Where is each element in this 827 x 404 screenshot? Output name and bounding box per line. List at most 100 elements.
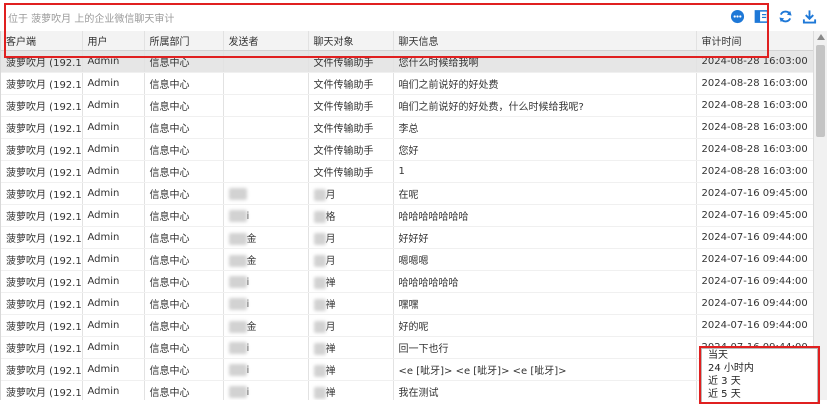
cell-audit-time: 2024-08-28 16:03:00: [696, 138, 813, 161]
cell-chat-target: 格: [308, 204, 394, 227]
cell-department: 信息中心: [144, 358, 224, 381]
cell-chat-target: 月: [308, 314, 394, 337]
cell-audit-time-text: 2024-07-16 09:45:00: [701, 188, 808, 199]
cell-user-text: Admin: [87, 78, 120, 89]
table-row[interactable]: 菠萝吹月 (192.1... Admin 信息中心 文件传输助手 您好 2024-08-2…: [1, 138, 813, 161]
cell-sender-text: i: [246, 386, 250, 398]
table-row[interactable]: 菠萝吹月 (192.1... Admin 信息中心 i 禅 嘿嘿 2024-07-16 09…: [1, 292, 813, 315]
redacted-name-mask: [313, 387, 326, 399]
cell-audit-time-text: 2024-07-16 09:45:00: [701, 210, 808, 221]
table-row[interactable]: 菠萝吹月 (192.1...Admin信息中心i禅回一下也行2024-07-16…: [1, 336, 813, 359]
table-row[interactable]: 菠萝吹月 (192.1... Admin 信息中心 文件传输助手 咱们之前说好的好处费 2…: [1, 72, 813, 95]
table-row[interactable]: 菠萝吹月 (192.1... Admin 信息中心 文件传输助手 咱们之前说好的好处费，…: [1, 94, 813, 117]
scroll-up-arrow[interactable]: [817, 34, 825, 40]
column-header-message[interactable]: 聊天信息: [393, 31, 697, 51]
cell-chat-target: 文件传输助手: [308, 72, 394, 95]
download-icon[interactable]: [801, 8, 817, 24]
cell-client: 菠萝吹月 (192.1...: [1, 138, 83, 161]
cell-sender: [223, 160, 309, 183]
cell-user: Admin: [82, 204, 145, 227]
table-row[interactable]: 菠萝吹月 (192.1... Admin 信息中心 金 月 好的呢 2024-07-16 0…: [1, 314, 813, 337]
cell-chat-target: 文件传输助手: [308, 50, 394, 73]
cell-message: 您好: [393, 138, 697, 161]
cell-user-text: Admin: [87, 386, 120, 397]
cell-client: 菠萝吹月 (192.1...: [1, 160, 83, 183]
redacted-name-mask: [228, 209, 247, 222]
dropdown-option-5days[interactable]: 近 5 天: [702, 388, 817, 401]
cell-client: 菠萝吹月 (192.1...: [1, 204, 83, 227]
cell-user-text: Admin: [87, 320, 120, 331]
refresh-icon[interactable]: [777, 8, 793, 24]
table-row[interactable]: 菠萝吹月 (192.1...Admin信息中心i禅我在测试2024-07-16 …: [1, 380, 813, 400]
redacted-name-mask: [228, 275, 247, 288]
column-header-department[interactable]: 所属部门: [144, 31, 224, 51]
table-row[interactable]: 菠萝吹月 (192.1... Admin 信息中心 i 格 哈哈哈哈哈哈哈 2024-07-…: [1, 204, 813, 227]
chat-bubble-icon[interactable]: [729, 8, 745, 24]
cell-client-text: 菠萝吹月 (192.1...: [6, 388, 82, 399]
cell-chat-target: 月: [308, 248, 394, 271]
cell-client: 菠萝吹月 (192.1...: [1, 94, 83, 117]
dropdown-option-24h[interactable]: 24 小时内: [702, 362, 817, 375]
cell-department: 信息中心: [144, 292, 224, 315]
redacted-name-mask: [313, 255, 326, 267]
column-header-audit-time[interactable]: 审计时间: [696, 31, 813, 51]
cell-user-text: Admin: [87, 276, 120, 287]
cell-message: 1: [393, 160, 697, 183]
cell-department: 信息中心: [144, 314, 224, 337]
column-header-user[interactable]: 用户: [82, 31, 145, 51]
cell-department-text: 信息中心: [149, 344, 190, 355]
column-header-sender[interactable]: 发送者: [223, 31, 309, 51]
cell-chat-target: 禅: [308, 270, 394, 293]
cell-message-text: 哈哈哈哈哈哈哈: [398, 212, 469, 223]
cell-client: 菠萝吹月 (192.1...: [1, 292, 83, 315]
vertical-scrollbar[interactable]: [813, 31, 827, 400]
table-row[interactable]: 菠萝吹月 (192.1... Admin 信息中心 i 禅 <e [呲牙]> <e [呲牙…: [1, 358, 813, 381]
cell-department: 信息中心: [144, 94, 224, 117]
cell-sender-text: i: [246, 298, 250, 310]
cell-audit-time: 2024-08-28 16:03:00: [696, 50, 813, 73]
cell-client: 菠萝吹月 (192.1...: [1, 226, 83, 249]
cell-user: Admin: [82, 336, 145, 359]
cell-user-text: Admin: [87, 122, 120, 133]
dropdown-option-3days[interactable]: 近 3 天: [702, 375, 817, 388]
table-row[interactable]: 菠萝吹月 (192.1... Admin 信息中心 文件传输助手 1 2024-08-28…: [1, 160, 813, 183]
dropdown-option-today[interactable]: 当天: [702, 349, 817, 362]
scrollbar-thumb[interactable]: [816, 45, 825, 137]
cell-audit-time: 2024-07-16 09:44:00: [696, 226, 813, 249]
cell-user: Admin: [82, 116, 145, 139]
cell-chat-target: 文件传输助手: [308, 160, 394, 183]
cell-message: 您什么时候给我啊: [393, 50, 697, 73]
table-row[interactable]: 菠萝吹月 (192.1... Admin 信息中心 i 禅 哈哈哈哈哈哈 2024-07-1…: [1, 270, 813, 293]
cell-message-text: 我在测试: [398, 388, 439, 399]
cell-client: 菠萝吹月 (192.1...: [1, 270, 83, 293]
columns-icon[interactable]: [753, 8, 769, 24]
cell-client-text: 菠萝吹月 (192.1...: [6, 256, 82, 267]
table-header-row: 客户端 用户 所属部门 发送者 聊天对象 聊天信息 审计时间: [1, 31, 813, 51]
redacted-name-mask: [228, 321, 247, 333]
cell-client-text: 菠萝吹月 (192.1...: [6, 124, 82, 135]
cell-department-text: 信息中心: [149, 146, 190, 157]
cell-chat-target-text: 月: [325, 256, 336, 267]
cell-department-text: 信息中心: [149, 322, 190, 333]
table-row[interactable]: 菠萝吹月 (192.1... Admin 信息中心 月 在呢 2024-07-16 09:…: [1, 182, 813, 205]
cell-audit-time: 2024-07-16 09:44:00: [696, 270, 813, 293]
column-header-chat-target[interactable]: 聊天对象: [308, 31, 394, 51]
table-row[interactable]: 菠萝吹月 (192.1... Admin 信息中心 文件传输助手 您什么时候给我啊 202…: [1, 50, 813, 73]
redacted-name-mask: [228, 341, 247, 354]
column-header-client[interactable]: 客户端: [1, 31, 83, 51]
cell-message: 哈哈哈哈哈哈: [393, 270, 697, 293]
cell-chat-target-text: 禅: [325, 278, 336, 289]
time-range-dropdown[interactable]: 当天 24 小时内 近 3 天 近 5 天: [701, 348, 818, 404]
cell-user-text: Admin: [87, 144, 120, 155]
cell-user: Admin: [82, 292, 145, 315]
table-row[interactable]: 菠萝吹月 (192.1... Admin 信息中心 金 月 嗯嗯嗯 2024-07-16 0…: [1, 248, 813, 271]
cell-message-text: 嗯嗯嗯: [398, 256, 429, 267]
cell-sender: [223, 72, 309, 95]
cell-chat-target-text: 文件传输助手: [313, 58, 374, 69]
cell-user: Admin: [82, 182, 145, 205]
cell-sender-text: 金: [246, 234, 257, 245]
cell-user: Admin: [82, 358, 145, 381]
cell-audit-time: 2024-08-28 16:03:00: [696, 160, 813, 183]
table-row[interactable]: 菠萝吹月 (192.1... Admin 信息中心 文件传输助手 李总 2024-08-2…: [1, 116, 813, 139]
table-row[interactable]: 菠萝吹月 (192.1... Admin 信息中心 金 月 好好好 2024-07-16 0…: [1, 226, 813, 249]
